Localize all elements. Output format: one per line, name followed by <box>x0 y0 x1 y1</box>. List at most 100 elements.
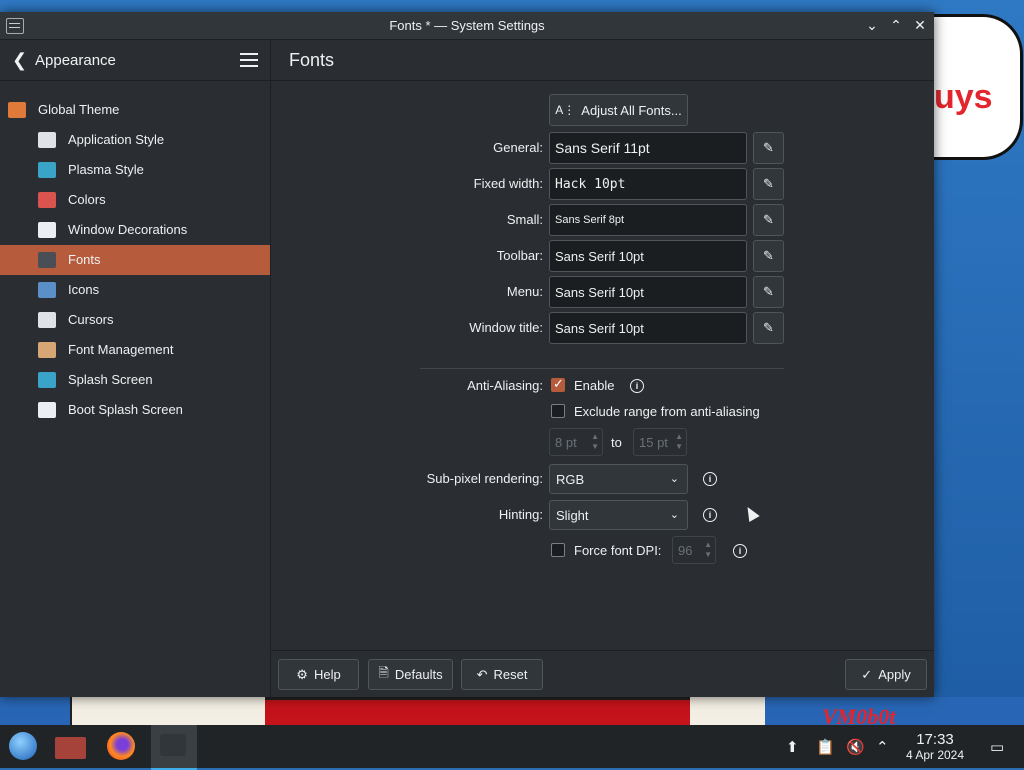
clock-date[interactable]: 4 Apr 2024 <box>895 748 975 762</box>
document-icon: 🗎 <box>378 664 389 680</box>
force-dpi-spinbox[interactable]: 96 ▲ ▼ <box>672 536 716 564</box>
sidebar-item-colors[interactable]: Colors <box>0 185 270 215</box>
sidebar-item-fonts[interactable]: Fonts <box>0 245 270 275</box>
font-field[interactable]: Sans Serif 10pt <box>549 312 747 344</box>
font-field[interactable]: Hack 10pt <box>549 168 747 200</box>
sidebar-item-global-theme[interactable]: Global Theme <box>0 95 270 125</box>
font-adjust-icon: A⋮ <box>555 103 576 117</box>
hinting-combobox[interactable]: Slight ⌄ <box>549 500 688 530</box>
font-value: Sans Serif 8pt <box>555 214 625 226</box>
defaults-button[interactable]: 🗎 Defaults <box>368 659 453 690</box>
font-field[interactable]: Sans Serif 8pt <box>549 204 747 236</box>
edit-font-button[interactable]: ✎ <box>753 204 784 236</box>
font-field[interactable]: Sans Serif 10pt <box>549 240 747 272</box>
edit-font-button[interactable]: ✎ <box>753 132 784 164</box>
edit-font-button[interactable]: ✎ <box>753 168 784 200</box>
page-title: Fonts <box>289 50 335 70</box>
wallpaper-strip <box>690 697 765 725</box>
sidebar-item-label: Splash Screen <box>68 372 153 387</box>
font-value: Sans Serif 10pt <box>555 248 644 264</box>
pencil-icon: ✎ <box>763 212 774 227</box>
font-field[interactable]: Sans Serif 11pt <box>549 132 747 164</box>
icons-icon <box>38 282 56 298</box>
sidebar-item-icons[interactable]: Icons <box>0 275 270 305</box>
edit-font-button[interactable]: ✎ <box>753 240 784 272</box>
content-header: Fonts <box>271 40 934 81</box>
apply-button[interactable]: ✓ Apply <box>845 659 927 690</box>
force-dpi-checkbox[interactable] <box>551 543 565 557</box>
edit-font-button[interactable]: ✎ <box>753 312 784 344</box>
sidebar-item-label: Application Style <box>68 132 165 147</box>
minimize-button[interactable]: ⌄ <box>862 16 882 34</box>
chevron-down-icon: ⌄ <box>669 509 679 521</box>
exclude-range-checkbox[interactable] <box>551 404 565 418</box>
file-manager-icon[interactable] <box>52 729 90 765</box>
range-from-spinbox[interactable]: 8 pt ▲ ▼ <box>549 428 603 456</box>
subpixel-label: Sub-pixel rendering: <box>426 471 543 486</box>
title-bar[interactable]: Fonts * — System Settings ⌄ ⌃ ✕ <box>0 12 934 40</box>
hinting-value: Slight <box>556 507 589 523</box>
close-button[interactable]: ✕ <box>910 16 930 34</box>
subpixel-combobox[interactable]: RGB ⌄ <box>549 464 688 494</box>
clipboard-icon[interactable]: 📋 <box>816 738 835 756</box>
sidebar-item-window-decorations[interactable]: Window Decorations <box>0 215 270 245</box>
info-icon[interactable]: i <box>733 544 747 558</box>
sidebar-item-application-style[interactable]: Application Style <box>0 125 270 155</box>
enable-antialiasing-checkbox[interactable] <box>551 376 565 392</box>
sidebar-item-cursors[interactable]: Cursors <box>0 305 270 335</box>
font-row-label: Menu: <box>506 284 543 299</box>
spin-arrows-icon[interactable]: ▲ ▼ <box>591 432 599 452</box>
fonts-icon <box>38 252 56 268</box>
font-field[interactable]: Sans Serif 10pt <box>549 276 747 308</box>
info-icon[interactable]: i <box>630 379 644 393</box>
info-icon[interactable]: i <box>703 472 717 486</box>
clock-time[interactable]: 17:33 <box>905 731 965 748</box>
firefox-icon[interactable] <box>103 729 141 765</box>
maximize-button[interactable]: ⌃ <box>886 16 906 34</box>
sidebar-item-label: Icons <box>68 282 100 297</box>
range-to-spinbox[interactable]: 15 pt ▲ ▼ <box>633 428 687 456</box>
info-icon[interactable]: i <box>703 508 717 522</box>
sidebar-item-plasma-style[interactable]: Plasma Style <box>0 155 270 185</box>
divider <box>420 368 784 369</box>
back-arrow-icon[interactable]: ❮ <box>12 50 27 71</box>
system-settings-window: Fonts * — System Settings ⌄ ⌃ ✕ ❮ Appear… <box>0 12 934 697</box>
range-to-label: to <box>611 435 622 450</box>
adjust-all-fonts-button[interactable]: A⋮ Adjust All Fonts... <box>549 94 688 126</box>
edit-font-button[interactable]: ✎ <box>753 276 784 308</box>
force-dpi-value: 96 <box>678 542 693 558</box>
font-management-icon <box>38 342 56 358</box>
font-row-label: Window title: <box>469 320 543 335</box>
font-row-label: Toolbar: <box>496 248 543 263</box>
spin-arrows-icon[interactable]: ▲ ▼ <box>675 432 683 452</box>
taskbar: ⬆ 📋 🔇 ⌃ 17:33 4 Apr 2024 ▭ <box>0 725 1024 770</box>
apply-label: Apply <box>878 667 911 682</box>
font-row-label: Fixed width: <box>473 176 543 191</box>
font-value: Sans Serif 10pt <box>555 284 644 300</box>
reset-button[interactable]: ↶ Reset <box>461 659 543 690</box>
sidebar-item-boot-splash-screen[interactable]: Boot Splash Screen <box>0 395 270 425</box>
fonts-page: Fonts A⋮ Adjust All Fonts... General: San… <box>271 40 934 697</box>
range-to-value: 15 pt <box>639 434 668 450</box>
show-desktop-icon[interactable]: ▭ <box>990 738 1004 756</box>
font-row-label: Small: <box>506 212 543 227</box>
sidebar-item-font-management[interactable]: Font Management <box>0 335 270 365</box>
volume-muted-icon[interactable]: 🔇 <box>846 738 865 756</box>
system-settings-taskbar-icon[interactable] <box>151 725 197 770</box>
spin-arrows-icon[interactable]: ▲ ▼ <box>704 540 712 560</box>
help-button[interactable]: ⚙ Help <box>278 659 359 690</box>
footer-divider <box>271 650 934 651</box>
sidebar-item-splash-screen[interactable]: Splash Screen <box>0 365 270 395</box>
chevron-up-icon[interactable]: ⌃ <box>876 738 889 756</box>
sidebar-heading: Appearance <box>35 52 116 69</box>
reset-label: Reset <box>493 667 528 682</box>
chevron-down-icon: ⌄ <box>669 473 679 485</box>
help-icon: ⚙ <box>296 666 308 682</box>
hamburger-menu-icon[interactable] <box>240 53 258 67</box>
start-menu-icon[interactable] <box>4 729 42 765</box>
colors-icon <box>38 192 56 208</box>
update-icon[interactable]: ⬆ <box>786 738 799 756</box>
antialiasing-label: Anti-Aliasing: <box>467 378 543 393</box>
sidebar-item-label: Colors <box>68 192 106 207</box>
splash-screen-icon <box>38 372 56 388</box>
